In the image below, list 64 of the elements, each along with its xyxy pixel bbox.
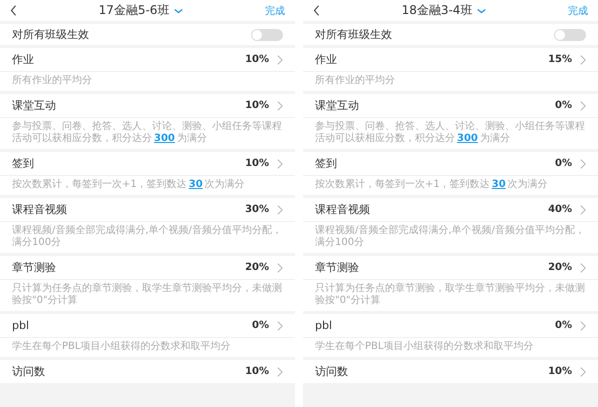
percent-value[interactable]: 20% bbox=[548, 262, 572, 273]
item-name: 课程音视频 bbox=[315, 202, 371, 217]
item-name: 课堂互动 bbox=[315, 98, 360, 113]
chevron-icon[interactable] bbox=[580, 320, 586, 330]
item-description: 只计算为任务点的章节测验，取学生章节测验平均分，未做测验按"0"分计算 bbox=[0, 279, 295, 311]
caret-icon[interactable] bbox=[477, 8, 486, 14]
item-description: 按次数累计，每签到一次+1，签到数达 30 次为满分 bbox=[0, 175, 295, 195]
item-description: 学生在每个PBL项目小组获得的分数求和取平均分 bbox=[0, 337, 295, 357]
percent-value[interactable]: 10% bbox=[548, 366, 572, 377]
toggle-switch[interactable] bbox=[251, 28, 283, 40]
item-name: 作业 bbox=[12, 52, 35, 67]
item-name: 签到 bbox=[315, 156, 338, 171]
chevron-icon[interactable] bbox=[580, 54, 586, 64]
item-description: 按次数累计，每签到一次+1，签到数达 30 次为满分 bbox=[303, 175, 598, 195]
chevron-icon[interactable] bbox=[277, 158, 283, 168]
item-description: 课程视频/音频全部完成得满分,单个视频/音频分值平均分配，满分100分 bbox=[303, 221, 598, 253]
item-description: 参与投票、问卷、抢答、选人、讨论、测验、小组任务等课程活动可以获相应分数，积分达分 300 为满分 bbox=[0, 117, 295, 149]
chevron-icon[interactable] bbox=[277, 366, 283, 376]
item-name: pbl bbox=[315, 319, 334, 332]
item-description: 所有作业的平均分 bbox=[303, 71, 598, 91]
item-name: 课堂互动 bbox=[12, 98, 57, 113]
chevron-icon[interactable] bbox=[277, 54, 283, 64]
setting-label: 对所有班级生效 bbox=[12, 27, 90, 42]
percent-value[interactable]: 10% bbox=[245, 54, 269, 65]
percent-value[interactable]: 0% bbox=[555, 158, 572, 169]
item-name: 访问数 bbox=[12, 364, 46, 379]
chevron-icon[interactable] bbox=[580, 262, 586, 272]
chevron-icon[interactable] bbox=[580, 158, 586, 168]
percent-value[interactable]: 10% bbox=[245, 158, 269, 169]
chevron-icon[interactable] bbox=[580, 204, 586, 214]
item-name: 课程音视频 bbox=[12, 202, 68, 217]
percent-value[interactable]: 40% bbox=[548, 204, 572, 215]
percent-value[interactable]: 20% bbox=[245, 262, 269, 273]
back-icon[interactable] bbox=[313, 5, 320, 16]
item-name: pbl bbox=[12, 319, 30, 332]
item-description: 课程视频/音频全部完成得满分,单个视频/音频分值平均分配，满分100分 bbox=[0, 221, 295, 253]
chevron-icon[interactable] bbox=[580, 366, 586, 376]
back-icon[interactable] bbox=[10, 5, 17, 16]
setting-label: 对所有班级生效 bbox=[315, 27, 393, 42]
item-name: 签到 bbox=[12, 156, 35, 171]
item-name: 章节测验 bbox=[12, 260, 57, 275]
percent-value[interactable]: 30% bbox=[245, 204, 269, 215]
caret-icon[interactable] bbox=[174, 8, 184, 14]
percent-value[interactable]: 10% bbox=[245, 366, 269, 377]
item-description: 所有作业的平均分 bbox=[0, 71, 295, 91]
toggle-switch[interactable] bbox=[554, 28, 586, 40]
percent-value[interactable]: 0% bbox=[252, 320, 269, 331]
percent-value[interactable]: 10% bbox=[245, 100, 269, 111]
class-title[interactable]: 18金融3-4班 bbox=[402, 2, 472, 19]
item-name: 章节测验 bbox=[315, 260, 360, 275]
percent-value[interactable]: 15% bbox=[548, 54, 572, 65]
class-title[interactable]: 17金融5-6班 bbox=[98, 2, 170, 19]
chevron-icon[interactable] bbox=[277, 262, 283, 272]
item-name: 作业 bbox=[315, 52, 338, 67]
percent-value[interactable]: 0% bbox=[555, 100, 572, 111]
chevron-icon[interactable] bbox=[277, 320, 283, 330]
item-name: 访问数 bbox=[315, 364, 349, 379]
item-description: 参与投票、问卷、抢答、选人、讨论、测验、小组任务等课程活动可以获相应分数，积分达分 300 为满分 bbox=[303, 117, 598, 149]
item-description: 学生在每个PBL项目小组获得的分数求和取平均分 bbox=[303, 337, 598, 357]
chevron-icon[interactable] bbox=[580, 100, 586, 110]
percent-value[interactable]: 0% bbox=[555, 320, 572, 331]
chevron-icon[interactable] bbox=[277, 100, 283, 110]
item-description: 只计算为任务点的章节测验，取学生章节测验平均分，未做测验按"0"分计算 bbox=[303, 279, 598, 311]
chevron-icon[interactable] bbox=[277, 204, 283, 214]
